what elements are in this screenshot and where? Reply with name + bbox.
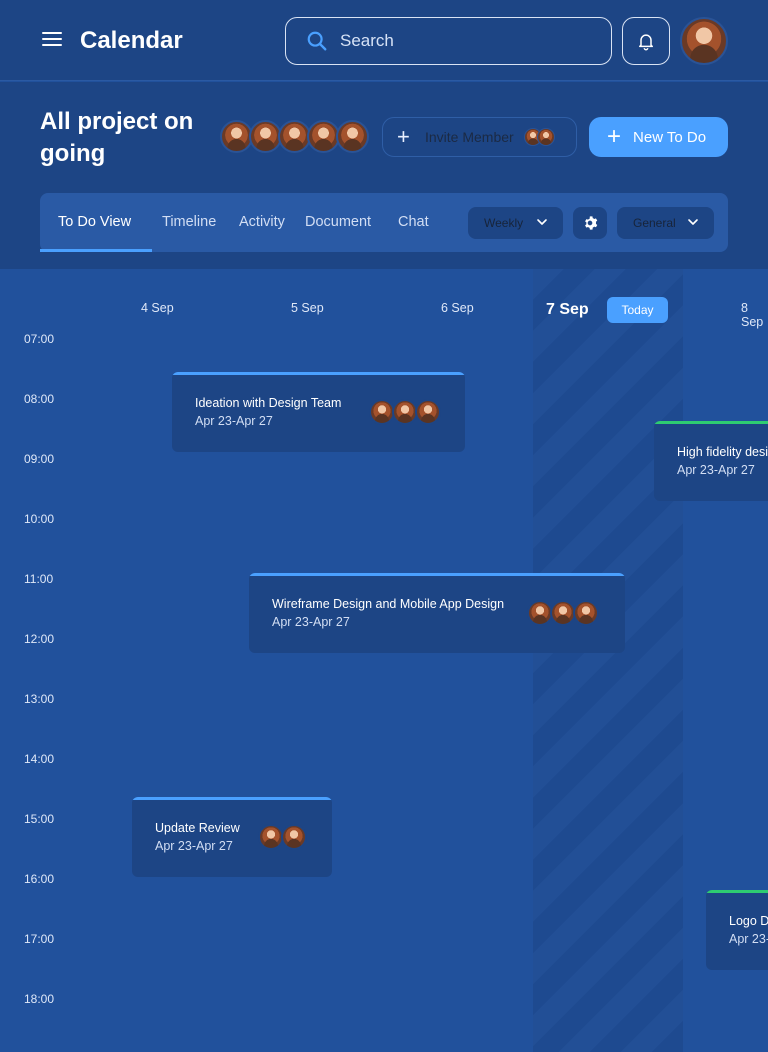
event-title: Ideation with Design Team xyxy=(195,396,342,410)
day-header-today: 7 Sep xyxy=(546,301,589,318)
event-date: Apr 23-Apr 27 xyxy=(729,932,768,946)
search-icon xyxy=(307,31,327,51)
plus-icon: + xyxy=(397,124,410,149)
day-header: 4 Sep xyxy=(141,301,174,315)
invite-member-button[interactable]: + Invite Member xyxy=(382,117,577,157)
view-tabs: To Do View Timeline Activity Document Ch… xyxy=(40,193,728,252)
notification-button[interactable] xyxy=(622,17,670,65)
calendar-grid: 4 Sep 5 Sep 6 Sep 7 Sep Today 8 Sep 07:0… xyxy=(0,269,768,1052)
today-column xyxy=(533,269,683,1052)
time-label: 15:00 xyxy=(24,812,55,826)
event-date: Apr 23-Apr 27 xyxy=(195,414,273,428)
avatar xyxy=(573,600,599,626)
tab-timeline[interactable]: Timeline xyxy=(162,193,216,252)
avatar xyxy=(336,120,369,153)
top-bar: Calendar xyxy=(0,0,768,81)
event-date: Apr 23-Apr 27 xyxy=(677,463,755,477)
project-header: All project on going + Invite Member + N… xyxy=(0,82,768,269)
period-value: Weekly xyxy=(484,216,524,230)
event-color-bar xyxy=(172,372,465,375)
event-color-bar xyxy=(706,890,768,893)
event-card[interactable]: Ideation with Design Team Apr 23-Apr 27 xyxy=(172,372,465,452)
time-label: 07:00 xyxy=(24,332,55,346)
event-card[interactable]: Update Review Apr 23-Apr 27 xyxy=(132,797,332,877)
time-label: 14:00 xyxy=(24,752,55,766)
tab-chat[interactable]: Chat xyxy=(398,193,429,252)
time-label: 18:00 xyxy=(24,992,55,1006)
day-header: 6 Sep xyxy=(441,301,474,315)
search-box[interactable] xyxy=(285,17,612,65)
event-avatars xyxy=(369,399,441,425)
avatar xyxy=(281,824,307,850)
bell-icon xyxy=(639,34,653,51)
page-title: All project on going xyxy=(40,108,194,167)
time-label: 12:00 xyxy=(24,632,55,646)
chevron-down-icon xyxy=(688,219,698,225)
category-dropdown[interactable]: General xyxy=(617,207,714,239)
active-tab-indicator xyxy=(40,249,152,252)
period-dropdown[interactable]: Weekly xyxy=(468,207,563,239)
event-card[interactable]: High fidelity design Apr 23-Apr 27 xyxy=(654,421,768,501)
invite-avatars xyxy=(523,128,555,146)
today-badge: Today xyxy=(607,297,668,323)
user-avatar[interactable] xyxy=(680,17,728,65)
day-header: 5 Sep xyxy=(291,301,324,315)
event-title: Logo Design xyxy=(729,914,768,928)
time-label: 17:00 xyxy=(24,932,55,946)
category-value: General xyxy=(633,216,676,230)
event-title: Update Review xyxy=(155,821,240,835)
tab-activity[interactable]: Activity xyxy=(239,193,285,252)
settings-button[interactable] xyxy=(573,207,607,239)
event-card[interactable]: Logo Design Apr 23-Apr 27 xyxy=(706,890,768,970)
tab-todo-view[interactable]: To Do View xyxy=(58,193,131,252)
time-label: 11:00 xyxy=(24,572,54,586)
invite-label: Invite Member xyxy=(425,129,514,145)
avatar xyxy=(415,399,441,425)
new-todo-label: New To Do xyxy=(633,128,707,146)
avatar xyxy=(536,128,555,146)
time-label: 13:00 xyxy=(24,692,55,706)
event-avatars xyxy=(527,600,599,626)
gear-icon xyxy=(585,216,598,230)
menu-icon[interactable] xyxy=(40,29,64,53)
event-date: Apr 23-Apr 27 xyxy=(272,615,350,629)
event-date: Apr 23-Apr 27 xyxy=(155,839,233,853)
time-label: 09:00 xyxy=(24,452,55,466)
tab-document[interactable]: Document xyxy=(305,193,371,252)
event-avatars xyxy=(258,824,307,850)
plus-icon: + xyxy=(607,123,622,150)
app-title: Calendar xyxy=(80,27,183,54)
member-avatars xyxy=(220,120,369,154)
new-todo-button[interactable]: + New To Do xyxy=(589,117,728,157)
time-label: 10:00 xyxy=(24,512,55,526)
event-title: High fidelity design xyxy=(677,445,768,459)
event-card[interactable]: Wireframe Design and Mobile App Design A… xyxy=(249,573,625,653)
event-color-bar xyxy=(249,573,625,576)
event-color-bar xyxy=(132,797,332,800)
day-header: 8 Sep xyxy=(741,301,764,329)
time-label: 16:00 xyxy=(24,872,55,886)
chevron-down-icon xyxy=(537,219,547,225)
search-input[interactable] xyxy=(340,31,580,51)
event-title: Wireframe Design and Mobile App Design xyxy=(272,597,505,611)
time-label: 08:00 xyxy=(24,392,55,406)
event-color-bar xyxy=(654,421,768,424)
